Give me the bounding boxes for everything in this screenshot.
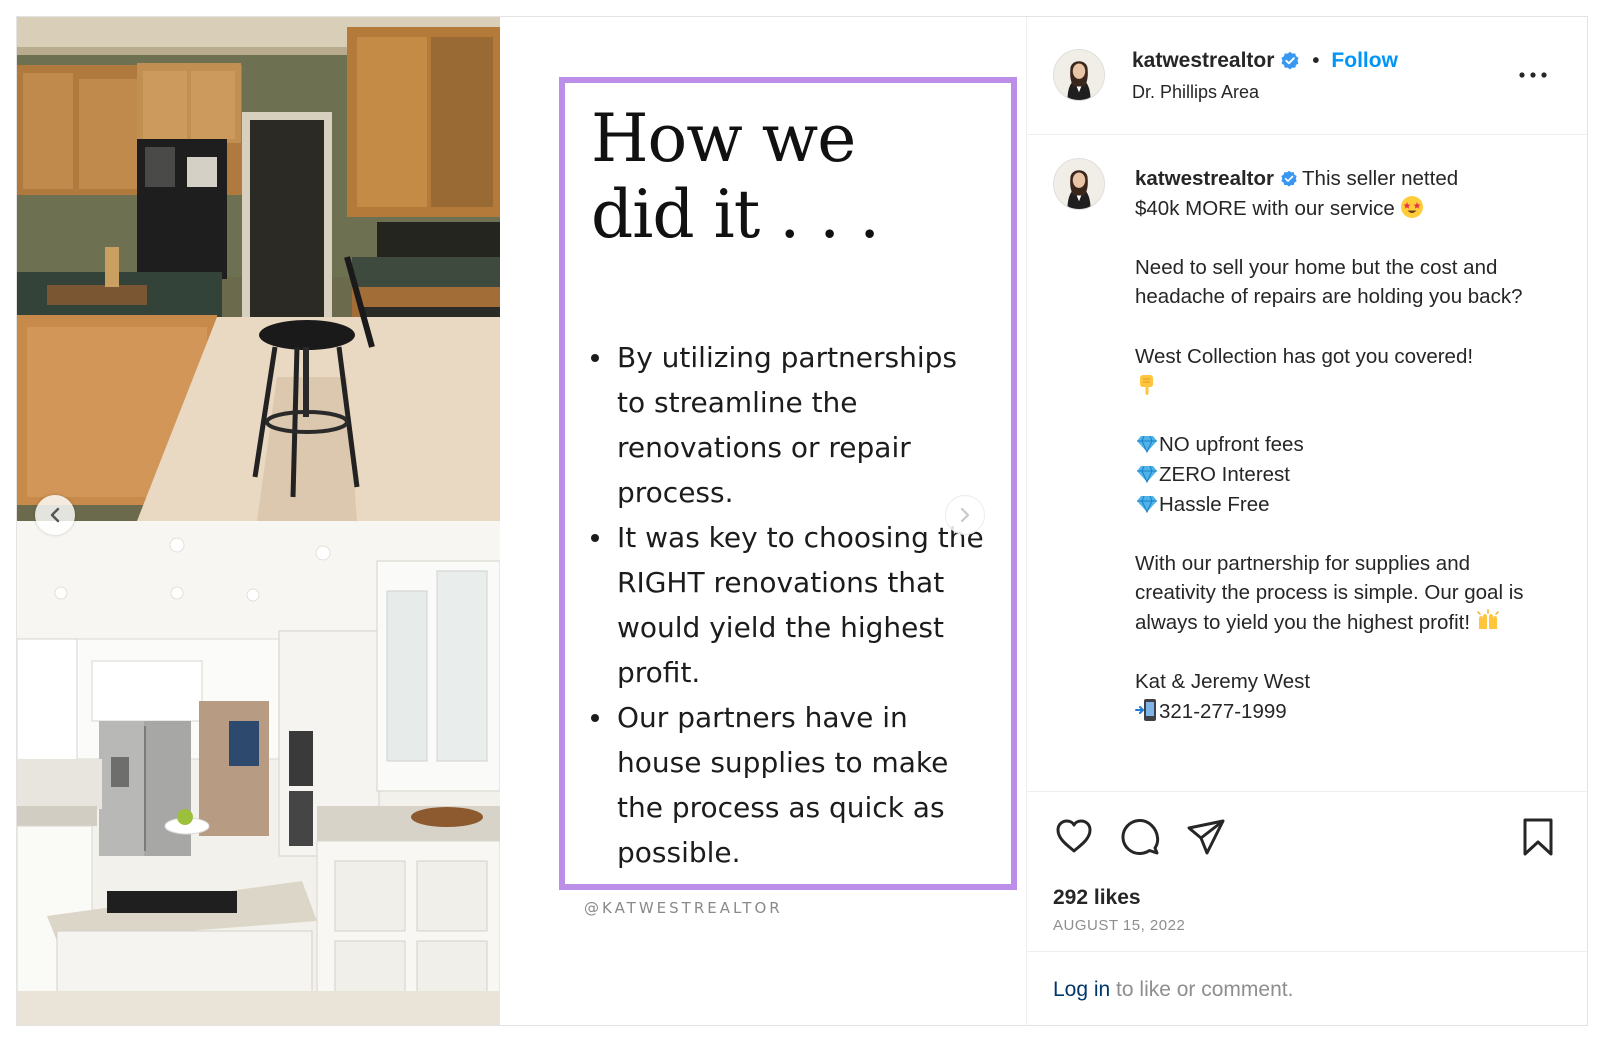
caption-line-1: This seller netted	[1302, 167, 1459, 190]
gem-emoji-icon	[1137, 465, 1157, 484]
avatar[interactable]	[1053, 158, 1105, 210]
pointing-down-emoji-icon	[1140, 375, 1153, 396]
login-prompt: Log in to like or comment.	[1027, 951, 1587, 1025]
verified-badge-icon	[1281, 51, 1299, 70]
caption-feature: Hassle Free	[1135, 490, 1535, 520]
likes-count[interactable]: 292 likes	[1053, 886, 1141, 910]
post-location[interactable]: Dr. Phillips Area	[1132, 82, 1259, 103]
post-caption: katwestrealtor This seller netted $40k MO…	[1135, 164, 1535, 756]
caption-feature: ZERO Interest	[1135, 460, 1535, 490]
login-prompt-text: Log in to like or comment.	[1053, 978, 1293, 1002]
caption-intro: katwestrealtor This seller netted $40k MO…	[1135, 164, 1535, 223]
caption-paragraph: Need to sell your home but the cost and …	[1135, 255, 1523, 309]
header-separator: •	[1312, 49, 1320, 72]
caption-paragraph-partnership: With our partnership for supplies and cr…	[1135, 549, 1535, 638]
chevron-left-icon	[50, 507, 60, 523]
gem-emoji-icon	[1137, 495, 1157, 513]
post-actions: 292 likes AUGUST 15, 2022	[1027, 791, 1587, 951]
more-options-icon[interactable]	[1516, 65, 1550, 85]
caption-line-2: $40k MORE with our service	[1135, 196, 1395, 220]
slide-text-frame: How we did it . . . By utilizing partner…	[559, 77, 1017, 890]
caption-phone[interactable]: 321-277-1999	[1159, 700, 1287, 723]
carousel-prev-button[interactable]	[35, 495, 75, 535]
slide-title-line-2: did it . . .	[591, 176, 880, 253]
caption-feature-text: Hassle Free	[1159, 492, 1270, 516]
slide-bullet: By utilizing partnerships to streamline …	[591, 335, 991, 515]
caption-covered-text: West Collection has got you covered!	[1135, 344, 1474, 368]
heart-icon[interactable]	[1053, 816, 1095, 858]
header-user-row: katwestrealtor • Follow	[1132, 49, 1398, 73]
slide-bullet-list: By utilizing partnerships to streamline …	[591, 335, 991, 875]
caption-paragraph-covered: West Collection has got you covered!	[1135, 342, 1535, 401]
share-icon[interactable]	[1185, 816, 1227, 858]
verified-badge-icon	[1281, 170, 1297, 187]
slide-bullet: It was key to choosing the RIGHT renovat…	[591, 515, 991, 695]
bookmark-icon[interactable]	[1517, 816, 1559, 858]
header-username[interactable]: katwestrealtor	[1132, 49, 1274, 73]
slide-title: How we did it . . .	[591, 101, 991, 253]
caption-signature-block: Kat & Jeremy West 321-277-1999	[1135, 667, 1535, 726]
chevron-right-icon	[960, 507, 970, 523]
caption-signature: Kat & Jeremy West	[1135, 670, 1311, 694]
star-struck-emoji-icon	[1401, 195, 1424, 218]
avatar[interactable]	[1053, 49, 1105, 101]
caption-username[interactable]: katwestrealtor	[1135, 167, 1274, 190]
caption-feature-list: NO upfront fees ZERO Interest Hassle Fre…	[1135, 430, 1535, 519]
post-media-carousel[interactable]: How we did it . . . By utilizing partner…	[17, 17, 1026, 1025]
raised-hands-emoji-icon	[1477, 609, 1499, 629]
post-date: AUGUST 15, 2022	[1053, 917, 1186, 934]
comment-icon[interactable]	[1119, 816, 1161, 858]
caption-partnership-text: With our partnership for supplies and cr…	[1135, 551, 1524, 634]
caption-feature-text: ZERO Interest	[1159, 462, 1291, 486]
mobile-phone-arrow-emoji-icon	[1135, 698, 1156, 721]
kitchen-before-photo	[17, 17, 500, 521]
slide-bullet: Our partners have in house supplies to m…	[591, 695, 991, 875]
before-after-photos	[17, 17, 500, 1025]
caption-feature: NO upfront fees	[1135, 430, 1535, 460]
caption-feature-text: NO upfront fees	[1159, 433, 1304, 457]
slide-title-line-1: How we	[591, 100, 856, 177]
kitchen-after-photo	[17, 521, 500, 1025]
post-header: katwestrealtor • Follow Dr. Phillips Are…	[1027, 17, 1587, 135]
post-side-panel: katwestrealtor • Follow Dr. Phillips Are…	[1026, 17, 1587, 1025]
follow-button[interactable]: Follow	[1331, 49, 1398, 73]
caption-phone-line: 321-277-1999	[1135, 697, 1535, 727]
slide-handle-watermark: @KATWESTREALTOR	[584, 899, 783, 917]
instagram-post: How we did it . . . By utilizing partner…	[16, 16, 1588, 1026]
login-link[interactable]: Log in	[1053, 978, 1110, 1001]
gem-emoji-icon	[1137, 436, 1157, 454]
login-suffix: to like or comment.	[1110, 978, 1294, 1001]
carousel-next-button[interactable]	[945, 495, 985, 535]
caption-area: katwestrealtor This seller netted $40k MO…	[1027, 136, 1587, 791]
